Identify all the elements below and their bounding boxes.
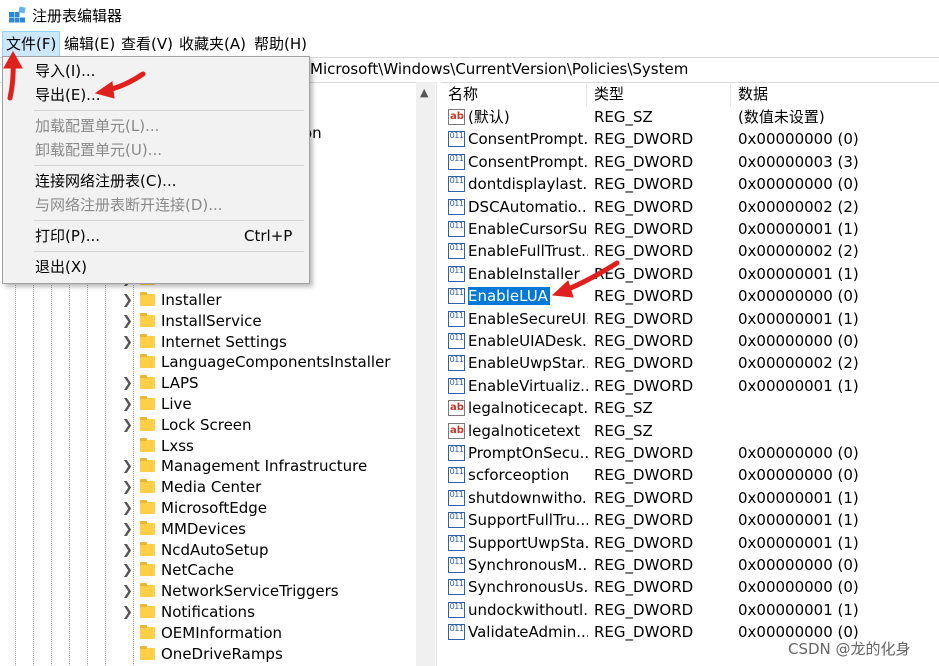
watermark-text: CSDN @龙的化身 [788,640,911,658]
annotation-arrows [3,50,620,298]
arrow-to-export [94,71,146,99]
arrow-to-file-menu [3,50,23,101]
arrow-to-enablelua [551,260,620,298]
